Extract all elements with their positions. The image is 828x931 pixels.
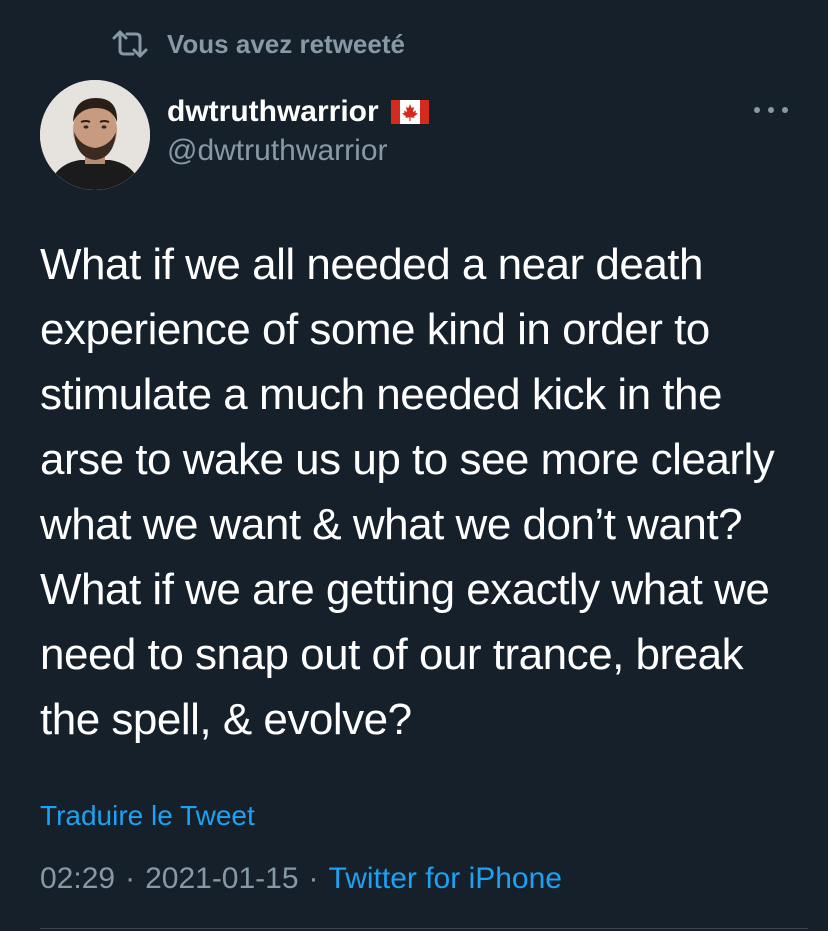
display-name[interactable]: dwtruthwarrior	[167, 95, 379, 129]
avatar[interactable]	[40, 80, 150, 190]
more-options-button[interactable]	[754, 100, 788, 120]
more-options-dot	[782, 107, 788, 113]
user-handle[interactable]: @dwtruthwarrior	[167, 134, 429, 168]
tweet-source-link[interactable]: Twitter for iPhone	[329, 862, 562, 896]
tweet-time[interactable]: 02:29	[40, 862, 115, 896]
more-options-dot	[768, 107, 774, 113]
retweet-label: Vous avez retweeté	[167, 28, 405, 59]
meta-separator: ·	[125, 862, 136, 895]
retweet-banner: Vous avez retweeté	[111, 26, 405, 62]
tweet-date[interactable]: 2021-01-15	[145, 862, 298, 896]
tweet-text: What if we all needed a near death exper…	[40, 240, 775, 744]
display-name-row: dwtruthwarrior	[167, 92, 429, 132]
author-block[interactable]: dwtruthwarrior @dwtruthwarrior	[167, 92, 429, 168]
tweet-meta: 02:29 · 2021-01-15 · Twitter for iPhone	[40, 862, 562, 896]
more-options-icon	[754, 107, 760, 113]
translate-tweet-link[interactable]: Traduire le Tweet	[40, 800, 255, 832]
canada-flag-icon	[390, 100, 429, 124]
meta-separator: ·	[308, 862, 319, 895]
retweet-icon	[111, 29, 149, 59]
divider	[40, 928, 808, 929]
